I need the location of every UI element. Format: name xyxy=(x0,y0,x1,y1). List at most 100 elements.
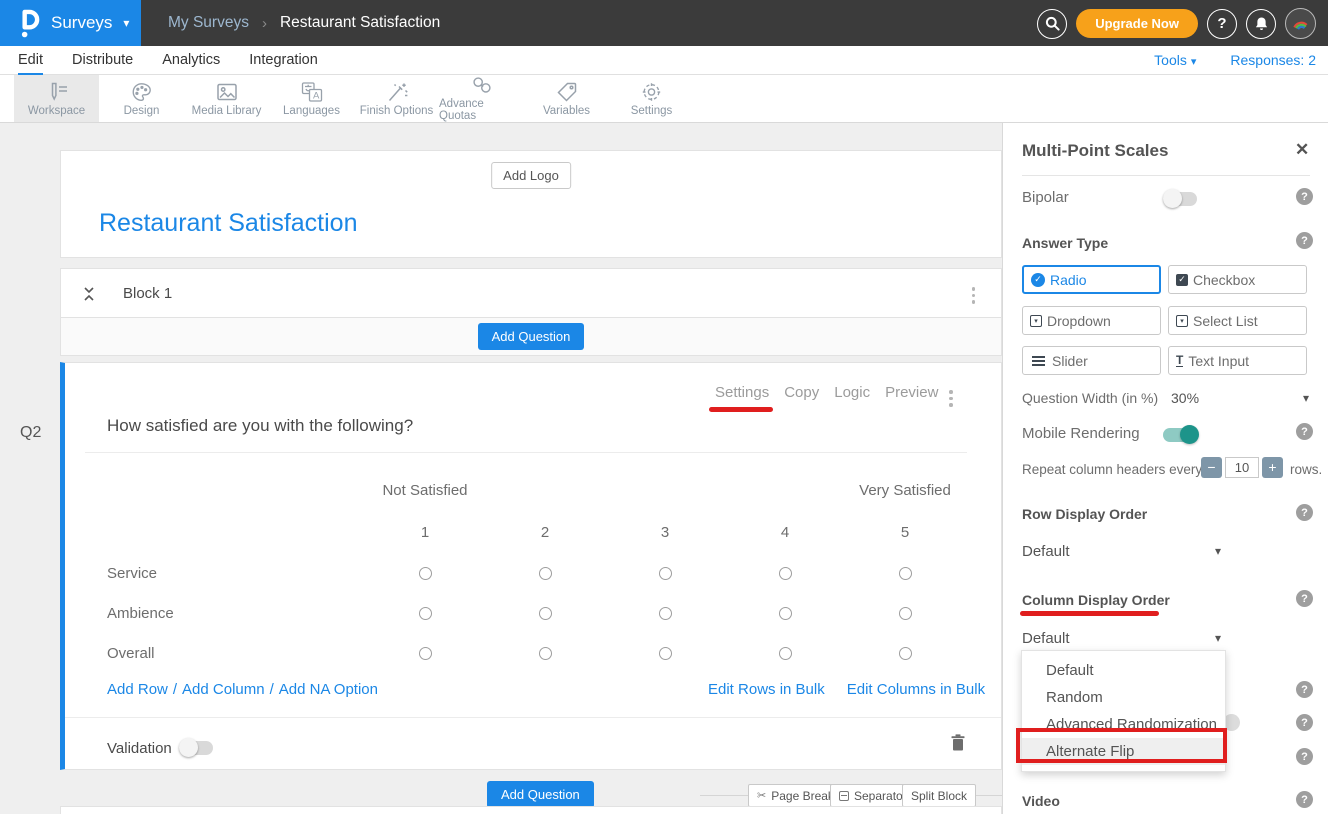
answer-type-slider[interactable]: Slider xyxy=(1022,346,1161,375)
add-column-link[interactable]: Add Column xyxy=(182,681,265,698)
add-logo-button[interactable]: Add Logo xyxy=(491,162,571,189)
radio-button[interactable] xyxy=(659,567,672,580)
tab-edit[interactable]: Edit xyxy=(18,46,43,75)
menu-option-advanced-randomization[interactable]: Advanced Randomization xyxy=(1022,711,1225,738)
repeat-plus-button[interactable]: + xyxy=(1262,457,1283,478)
question-width-value[interactable]: 30% xyxy=(1171,390,1199,406)
question-tab-logic[interactable]: Logic xyxy=(834,384,870,401)
radio-button[interactable] xyxy=(899,567,912,580)
answer-type-checkbox[interactable]: ✓ Checkbox xyxy=(1168,265,1307,294)
avatar-rainbow-icon xyxy=(1291,14,1310,33)
menu-option-alternate-flip[interactable]: Alternate Flip xyxy=(1022,738,1225,765)
validation-toggle[interactable] xyxy=(179,741,213,755)
close-icon[interactable]: ✕ xyxy=(1295,140,1309,160)
question-tab-preview[interactable]: Preview xyxy=(885,384,938,401)
add-na-option-link[interactable]: Add NA Option xyxy=(279,681,378,698)
row-display-order-select[interactable]: Default xyxy=(1022,543,1070,560)
menu-option-random[interactable]: Random xyxy=(1022,684,1225,711)
radio-button[interactable] xyxy=(779,567,792,580)
radio-button[interactable] xyxy=(659,607,672,620)
block-name[interactable]: Block 1 xyxy=(123,285,172,302)
survey-title[interactable]: Restaurant Satisfaction xyxy=(99,209,357,238)
column-display-order-select[interactable]: Default xyxy=(1022,630,1070,647)
delete-question-icon[interactable] xyxy=(951,734,965,756)
help-button[interactable]: ? xyxy=(1207,9,1237,39)
toolbar-languages[interactable]: A Languages xyxy=(269,75,354,122)
repeat-minus-button[interactable]: − xyxy=(1201,457,1222,478)
matrix-row-label[interactable]: Service xyxy=(85,553,365,593)
surveys-product-menu[interactable]: Surveys ▾ xyxy=(0,0,141,46)
add-question-button-bottom[interactable]: Add Question xyxy=(487,781,594,808)
tab-integration[interactable]: Integration xyxy=(249,46,318,75)
search-button[interactable] xyxy=(1037,9,1067,39)
toolbar-media-library[interactable]: Media Library xyxy=(184,75,269,122)
radio-button[interactable] xyxy=(659,647,672,660)
page-break-button[interactable]: ✂ Page Break xyxy=(748,784,843,807)
breadcrumb: My Surveys › Restaurant Satisfaction xyxy=(168,0,440,46)
answer-type-select-list[interactable]: ▾ Select List xyxy=(1168,306,1307,335)
breadcrumb-my-surveys[interactable]: My Surveys xyxy=(168,14,249,32)
chevron-down-icon[interactable]: ▾ xyxy=(1303,391,1309,405)
question-tab-settings[interactable]: Settings xyxy=(715,384,769,401)
radio-button[interactable] xyxy=(419,567,432,580)
toolbar-design[interactable]: Design xyxy=(99,75,184,122)
chevron-down-icon[interactable]: ▾ xyxy=(1215,631,1221,645)
radio-button[interactable] xyxy=(899,607,912,620)
radio-button[interactable] xyxy=(419,647,432,660)
chevron-down-icon[interactable]: ▾ xyxy=(1215,544,1221,558)
help-icon[interactable]: ? xyxy=(1296,188,1313,205)
help-icon[interactable]: ? xyxy=(1296,681,1313,698)
matrix-row-label[interactable]: Overall xyxy=(85,633,365,673)
toolbar-finish-options[interactable]: Finish Options xyxy=(354,75,439,122)
avatar[interactable] xyxy=(1285,8,1316,39)
tools-menu[interactable]: Tools▾ xyxy=(1154,52,1196,68)
toolbar-variables[interactable]: Variables xyxy=(524,75,609,122)
help-icon[interactable]: ? xyxy=(1296,748,1313,765)
toolbar-advance-quotas[interactable]: Advance Quotas xyxy=(439,75,524,122)
help-icon[interactable]: ? xyxy=(1296,232,1313,249)
mobile-rendering-toggle[interactable] xyxy=(1163,428,1197,442)
separator-icon xyxy=(839,791,849,801)
question-action-tabs: Settings Copy Logic Preview xyxy=(715,384,938,401)
mobile-rendering-label: Mobile Rendering xyxy=(1022,425,1140,442)
column-display-order-label: Column Display Order xyxy=(1022,592,1170,608)
bipolar-toggle[interactable] xyxy=(1163,192,1197,206)
menu-option-default[interactable]: Default xyxy=(1022,657,1225,684)
repeat-rows-input[interactable] xyxy=(1225,457,1259,478)
answer-type-radio[interactable]: ✓ Radio xyxy=(1022,265,1161,294)
toolbar-settings[interactable]: Settings xyxy=(609,75,694,122)
answer-type-dropdown[interactable]: ▾ Dropdown xyxy=(1022,306,1161,335)
help-icon[interactable]: ? xyxy=(1296,791,1313,808)
radio-button[interactable] xyxy=(899,647,912,660)
split-block-button[interactable]: Split Block xyxy=(902,784,976,807)
help-icon[interactable]: ? xyxy=(1296,590,1313,607)
radio-button[interactable] xyxy=(419,607,432,620)
tab-analytics[interactable]: Analytics xyxy=(162,46,220,75)
collapse-block-icon[interactable] xyxy=(83,286,95,307)
survey-header-card: Add Logo Restaurant Satisfaction xyxy=(60,150,1002,258)
question-menu-icon[interactable] xyxy=(945,386,957,411)
tab-distribute[interactable]: Distribute xyxy=(72,46,133,75)
edit-rows-in-bulk-link[interactable]: Edit Rows in Bulk xyxy=(708,681,825,698)
question-tab-copy[interactable]: Copy xyxy=(784,384,819,401)
add-question-button-top[interactable]: Add Question xyxy=(478,323,585,350)
upgrade-now-button[interactable]: Upgrade Now xyxy=(1076,9,1198,38)
radio-button[interactable] xyxy=(539,607,552,620)
answer-type-text-input[interactable]: T Text Input xyxy=(1168,346,1307,375)
toolbar-workspace[interactable]: Workspace xyxy=(14,75,99,122)
block-menu-icon[interactable] xyxy=(968,283,980,308)
responses-link[interactable]: Responses: 2 xyxy=(1230,52,1316,68)
add-row-link[interactable]: Add Row xyxy=(107,681,168,698)
radio-button[interactable] xyxy=(539,567,552,580)
matrix-edit-links: Add Row / Add Column / Add NA Option xyxy=(107,681,378,698)
notifications-button[interactable] xyxy=(1246,9,1276,39)
radio-button[interactable] xyxy=(539,647,552,660)
edit-columns-in-bulk-link[interactable]: Edit Columns in Bulk xyxy=(847,681,985,698)
help-icon[interactable]: ? xyxy=(1296,714,1313,731)
help-icon[interactable]: ? xyxy=(1296,423,1313,440)
matrix-row-label[interactable]: Ambience xyxy=(85,593,365,633)
radio-button[interactable] xyxy=(779,647,792,660)
radio-button[interactable] xyxy=(779,607,792,620)
question-text[interactable]: How satisfied are you with the following… xyxy=(107,416,413,436)
help-icon[interactable]: ? xyxy=(1296,504,1313,521)
